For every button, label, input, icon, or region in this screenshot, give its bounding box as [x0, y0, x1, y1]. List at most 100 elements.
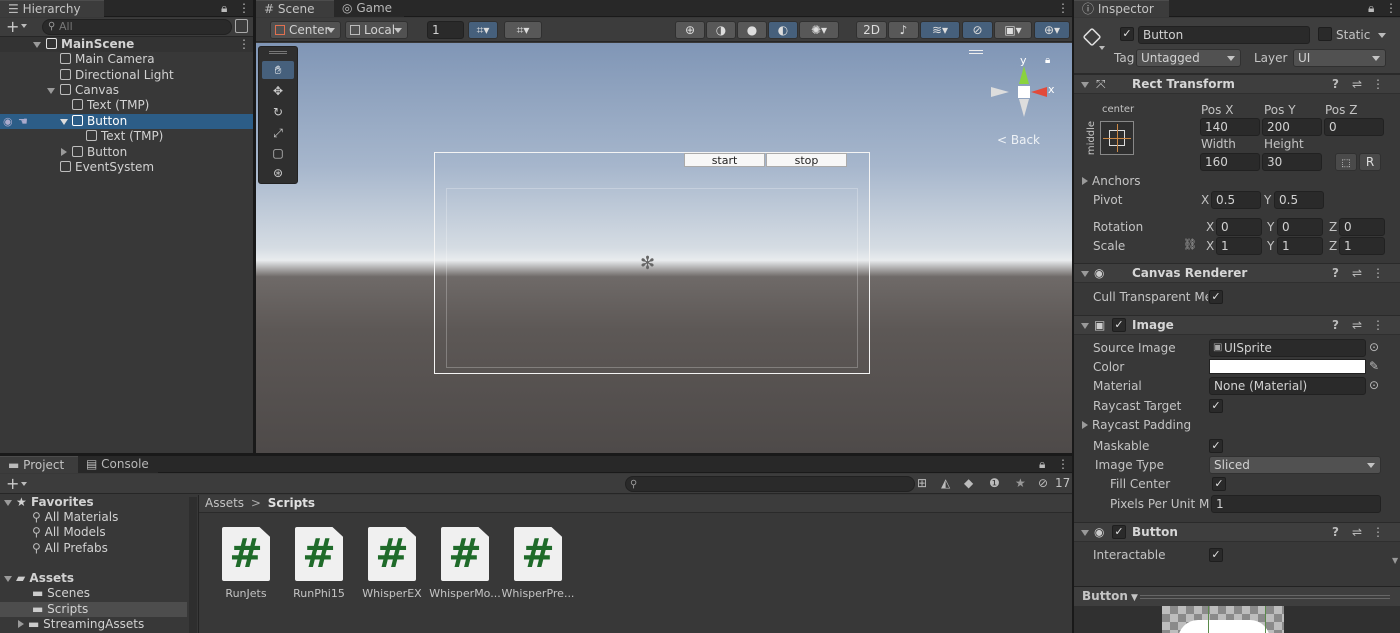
eyedropper-icon[interactable]: ✎ — [1369, 359, 1379, 373]
more-menu-icon[interactable]: ⋮ — [1372, 77, 1384, 91]
tag-dropdown[interactable]: Untagged — [1136, 49, 1241, 67]
hierarchy-search-input[interactable]: ⚲ All — [42, 19, 232, 35]
assets-header[interactable]: ▰ Assets — [4, 571, 74, 586]
more-menu-icon[interactable]: ⋮ — [238, 37, 250, 52]
rotation-y-input[interactable]: 0 — [1277, 218, 1323, 236]
rect-tool-button[interactable]: ▢ — [262, 144, 294, 162]
expand-icon[interactable] — [33, 37, 45, 52]
favorite-all-prefabs[interactable]: ⚲ All Prefabs — [32, 541, 108, 556]
favorites-header[interactable]: ★ Favorites — [4, 495, 94, 510]
palette-grip[interactable] — [269, 51, 287, 54]
image-type-dropdown[interactable]: Sliced — [1209, 456, 1381, 474]
color-swatch[interactable] — [1209, 359, 1366, 374]
fill-center-checkbox[interactable]: ✓ — [1212, 477, 1226, 491]
button-enabled-checkbox[interactable]: ✓ — [1112, 525, 1126, 539]
grid-snap-button[interactable]: ⌗▾ — [468, 21, 498, 39]
panel-divider[interactable] — [253, 0, 256, 453]
tree-divider[interactable] — [198, 495, 199, 633]
raycast-target-checkbox[interactable]: ✓ — [1209, 399, 1223, 413]
material-field[interactable]: None (Material) — [1209, 377, 1366, 395]
script-file[interactable]: # WhisperEX — [352, 527, 432, 600]
posx-input[interactable]: 140 — [1200, 118, 1260, 136]
lock-icon[interactable]: 🔒︎ — [1368, 1, 1374, 15]
static-checkbox[interactable] — [1318, 27, 1332, 41]
source-image-field[interactable]: ▣ UISprite — [1209, 339, 1366, 357]
preset-icon[interactable]: ⇌ — [1352, 77, 1362, 91]
rect-transform-header[interactable]: ⤧ Rect Transform ? ⇌ ⋮ — [1074, 74, 1400, 94]
pivot-x-input[interactable]: 0.5 — [1211, 191, 1261, 209]
blueprint-mode-button[interactable]: ⬚ — [1335, 153, 1357, 171]
audio-toggle-button[interactable]: ♪ — [888, 21, 919, 39]
anchors-foldout[interactable]: Anchors — [1082, 173, 1141, 189]
button-component-header[interactable]: ◉ ✓ Button ? ⇌ ⋮ — [1074, 522, 1400, 542]
chevron-down-icon[interactable] — [1099, 46, 1105, 50]
draw-mode-button[interactable]: ⊕ — [675, 21, 705, 39]
breadcrumb-scripts[interactable]: Scripts — [268, 496, 315, 510]
gizmo-center-cube[interactable] — [1018, 86, 1030, 98]
scale-tool-button[interactable]: ⤢ — [262, 124, 294, 142]
raw-edit-button[interactable]: R — [1359, 153, 1381, 171]
add-icon[interactable]: + — [6, 475, 19, 493]
expand-icon[interactable] — [47, 83, 59, 98]
shaded-wire-button[interactable]: ◑ — [706, 21, 736, 39]
maskable-checkbox[interactable]: ✓ — [1209, 439, 1223, 453]
anchor-preset-button[interactable] — [1100, 121, 1134, 155]
scene-visibility-icon[interactable] — [235, 19, 248, 33]
chevron-down-icon[interactable] — [21, 24, 27, 28]
search-by-type-icon[interactable]: ⊞ — [917, 476, 927, 490]
more-menu-icon[interactable]: ⋮ — [1372, 525, 1384, 539]
pickable-hand-icon[interactable]: ☚ — [18, 114, 28, 129]
object-name-input[interactable]: Button — [1138, 26, 1310, 44]
hand-tool-button[interactable]: ✋︎ — [262, 61, 294, 79]
hierarchy-item-main-camera[interactable]: Main Camera — [0, 52, 253, 67]
chevron-down-icon[interactable] — [21, 482, 27, 486]
tab-hierarchy[interactable]: ☰ Hierarchy — [0, 0, 104, 17]
pixels-per-unit-input[interactable]: 1 — [1211, 495, 1381, 513]
image-header[interactable]: ▣ ✓ Image ? ⇌ ⋮ — [1074, 315, 1400, 335]
star-icon[interactable]: ★ — [1015, 476, 1026, 490]
pivot-center-dropdown[interactable]: Center — [270, 21, 341, 39]
filter-type-icon[interactable]: ◭ — [941, 476, 950, 490]
lock-icon[interactable]: 🔒︎ — [1039, 457, 1045, 471]
expand-icon[interactable] — [60, 114, 72, 129]
tab-scene[interactable]: # Scene — [256, 0, 334, 17]
expand-icon[interactable] — [61, 145, 71, 160]
game-button-stop[interactable]: stop — [766, 153, 847, 167]
more-menu-icon[interactable]: ⋮ — [1057, 1, 1069, 15]
favorite-all-materials[interactable]: ⚲ All Materials — [32, 510, 118, 525]
label-icon[interactable]: ◆ — [964, 476, 973, 490]
more-menu-icon[interactable]: ⋮ — [1372, 318, 1384, 332]
info-icon[interactable]: ❶ — [989, 476, 1000, 490]
camera-settings-button[interactable]: ▣▾ — [994, 21, 1032, 39]
panel-divider[interactable] — [1072, 0, 1074, 633]
preset-icon[interactable]: ⇌ — [1352, 318, 1362, 332]
lock-icon[interactable]: 🔒︎ — [221, 1, 227, 15]
project-search-input[interactable]: ⚲ — [625, 476, 915, 492]
more-menu-icon[interactable]: ⋮ — [1385, 1, 1397, 15]
expand-icon[interactable] — [4, 576, 12, 582]
panel-divider[interactable] — [0, 453, 1072, 456]
collapse-icon[interactable] — [1081, 82, 1089, 88]
hierarchy-item-canvas[interactable]: Canvas — [0, 83, 253, 98]
help-icon[interactable]: ? — [1332, 266, 1339, 280]
object-picker-icon[interactable]: ⊙ — [1369, 378, 1379, 392]
gizmo-drag-handle[interactable] — [969, 50, 983, 54]
height-input[interactable]: 30 — [1262, 153, 1322, 171]
width-input[interactable]: 160 — [1200, 153, 1260, 171]
hierarchy-item-directional-light[interactable]: Directional Light — [0, 68, 253, 83]
hierarchy-item-mainscene[interactable]: MainScene ⋮ — [0, 37, 253, 52]
debug-draw-button[interactable]: ✺▾ — [799, 21, 839, 39]
folder-streamingassets[interactable]: ▬ StreamingAssets — [18, 617, 144, 632]
rotation-x-input[interactable]: 0 — [1216, 218, 1262, 236]
move-tool-button[interactable]: ✥ — [262, 82, 294, 100]
breadcrumb-assets[interactable]: Assets — [205, 496, 244, 510]
image-enabled-checkbox[interactable]: ✓ — [1112, 318, 1126, 332]
hierarchy-item-button[interactable]: Button — [0, 145, 253, 160]
active-checkbox[interactable]: ✓ — [1120, 27, 1134, 41]
raycast-padding-foldout[interactable]: Raycast Padding — [1082, 417, 1191, 433]
script-file[interactable]: # WhisperPre... — [498, 527, 578, 600]
script-file[interactable]: # RunPhi15 — [279, 527, 359, 600]
inspector-scrollbar[interactable] — [1392, 74, 1400, 566]
more-menu-icon[interactable]: ⋮ — [1057, 457, 1069, 471]
collapse-icon[interactable] — [1081, 271, 1089, 277]
